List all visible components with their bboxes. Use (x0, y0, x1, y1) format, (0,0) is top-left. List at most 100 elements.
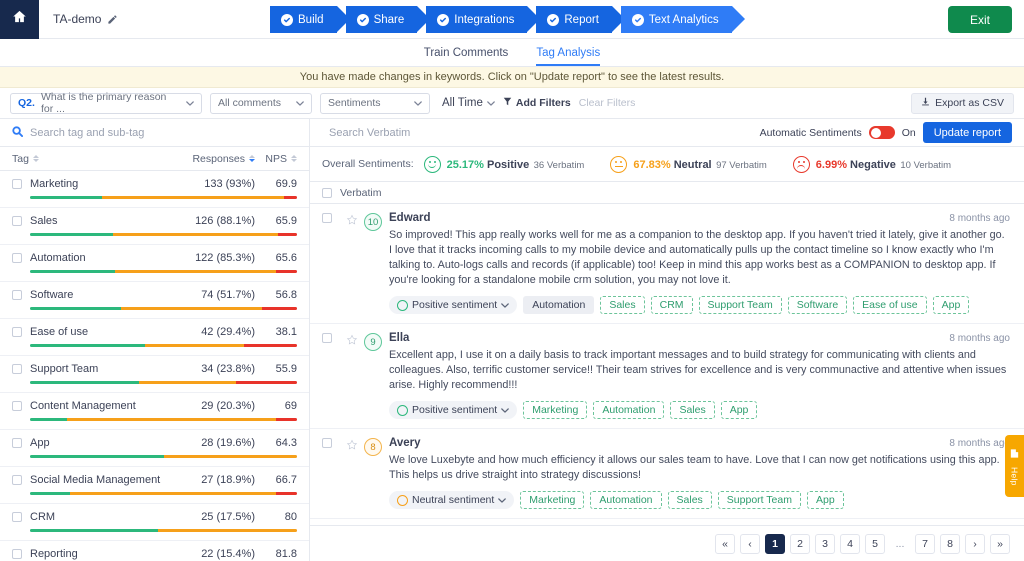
verbatim-item[interactable]: 10 Edward 8 months ago So improved! This ap… (310, 204, 1024, 324)
tag-chip-selected[interactable]: Automation (523, 296, 595, 314)
verbatim-item[interactable]: 8 Avery 8 months ago We love Luxebyte and h… (310, 429, 1024, 519)
column-responses[interactable]: Responses (173, 153, 255, 165)
verbatim-item[interactable]: 9 Ella 8 months ago Excellent app, I use it… (310, 324, 1024, 429)
pagination-last[interactable]: » (990, 533, 1010, 554)
tag-list[interactable]: Marketing 133 (93%) 69.9 Sales 126 (88.1%) 65… (0, 171, 309, 561)
tag-row[interactable]: Automation 122 (85.3%) 65.6 (0, 245, 309, 282)
time-range-select[interactable]: All Time (442, 97, 495, 109)
verbatim-checkbox[interactable] (322, 333, 332, 343)
step-report[interactable]: Report (536, 6, 625, 33)
step-build[interactable]: Build (270, 6, 350, 33)
tag-chip[interactable]: Sales (670, 401, 715, 419)
tag-chip[interactable]: Support Team (698, 296, 782, 314)
step-text-analytics[interactable]: Text Analytics (620, 6, 745, 33)
star-icon[interactable] (346, 438, 358, 456)
tag-row[interactable]: CRM 25 (17.5%) 80 (0, 504, 309, 541)
sentiment-bar (30, 492, 297, 495)
pagination-page-1[interactable]: 1 (765, 533, 785, 554)
sentiment-chip[interactable]: Positive sentiment (389, 401, 518, 419)
sentiment-negative: 6.99% Negative 10 Verbatim (792, 155, 952, 173)
tag-checkbox[interactable] (12, 401, 22, 411)
tag-chip[interactable]: Marketing (520, 491, 585, 509)
check-icon (281, 13, 293, 26)
negative-verbatim-count: 10 Verbatim (900, 160, 952, 171)
update-report-button[interactable]: Update report (922, 122, 1012, 143)
tag-row[interactable]: Software 74 (51.7%) 56.8 (0, 282, 309, 319)
home-button[interactable] (0, 0, 39, 39)
tag-checkbox[interactable] (12, 179, 22, 189)
verbatim-checkbox[interactable] (322, 213, 332, 223)
tag-chip[interactable]: Sales (667, 491, 712, 509)
question-select[interactable]: Q2. What is the primary reason for ... (10, 91, 202, 115)
help-tab[interactable]: Help (1005, 435, 1024, 497)
pencil-icon[interactable] (107, 14, 118, 25)
star-icon[interactable] (346, 333, 358, 351)
tag-chip[interactable]: CRM (650, 296, 693, 314)
tag-row[interactable]: Sales 126 (88.1%) 65.9 (0, 208, 309, 245)
tag-chip[interactable]: Ease of use (853, 296, 927, 314)
sentiment-chip[interactable]: Positive sentiment (389, 296, 518, 314)
tag-row[interactable]: Content Management 29 (20.3%) 69 (0, 393, 309, 430)
pagination-page-4[interactable]: 4 (840, 533, 860, 554)
tag-responses: 22 (15.4%) (201, 548, 255, 560)
tag-row[interactable]: Reporting 22 (15.4%) 81.8 (0, 541, 309, 561)
step-integrations[interactable]: Integrations (426, 6, 541, 33)
tag-checkbox[interactable] (12, 216, 22, 226)
pagination-page-5[interactable]: 5 (865, 533, 885, 554)
search-icon (12, 124, 23, 142)
exit-button[interactable]: Exit (947, 6, 1012, 33)
pagination-next[interactable]: › (965, 533, 985, 554)
tag-chip[interactable]: Automation (593, 401, 665, 419)
step-share[interactable]: Share (345, 6, 430, 33)
tag-nps: 81.8 (275, 548, 297, 560)
verbatim-select-all-checkbox[interactable] (322, 187, 332, 198)
tag-checkbox[interactable] (12, 290, 22, 300)
add-filters-button[interactable]: Add Filters (503, 97, 571, 109)
tag-checkbox[interactable] (12, 512, 22, 522)
tag-checkbox[interactable] (12, 549, 22, 559)
star-icon[interactable] (346, 213, 358, 231)
tag-chip[interactable]: App (806, 491, 844, 509)
tag-chip[interactable]: App (720, 401, 758, 419)
tag-checkbox[interactable] (12, 438, 22, 448)
tag-checkbox[interactable] (12, 475, 22, 485)
pagination-page-2[interactable]: 2 (790, 533, 810, 554)
tag-row[interactable]: App 28 (19.6%) 64.3 (0, 430, 309, 467)
tag-search-input[interactable] (30, 126, 297, 139)
sentiment-chip[interactable]: Neutral sentiment (389, 491, 515, 509)
export-csv-button[interactable]: Export as CSV (911, 92, 1014, 114)
tag-checkbox[interactable] (12, 253, 22, 263)
comments-select[interactable]: All comments (210, 92, 312, 114)
tag-chip[interactable]: Sales (600, 296, 645, 314)
help-icon (1009, 446, 1020, 464)
tag-row[interactable]: Marketing 133 (93%) 69.9 (0, 171, 309, 208)
tag-responses: 25 (17.5%) (201, 511, 255, 523)
automatic-sentiments-toggle[interactable] (868, 126, 895, 139)
verbatim-checkbox[interactable] (322, 438, 332, 448)
clear-filters-button[interactable]: Clear Filters (579, 97, 636, 109)
pagination-page-7[interactable]: 7 (915, 533, 935, 554)
tag-checkbox[interactable] (12, 364, 22, 374)
tag-checkbox[interactable] (12, 327, 22, 337)
tag-chip[interactable]: Software (787, 296, 848, 314)
column-tag[interactable]: Tag (12, 153, 173, 165)
pagination-page-8[interactable]: 8 (940, 533, 960, 554)
pagination-page-3[interactable]: 3 (815, 533, 835, 554)
verbatim-feed[interactable]: 10 Edward 8 months ago So improved! This ap… (310, 204, 1024, 525)
sentiments-select[interactable]: Sentiments (320, 92, 430, 114)
tag-row[interactable]: Ease of use 42 (29.4%) 38.1 (0, 319, 309, 356)
tag-chip[interactable]: Marketing (523, 401, 588, 419)
tag-chip[interactable]: Support Team (717, 491, 801, 509)
tag-label: Social Media Management (30, 474, 161, 486)
tag-row[interactable]: Support Team 34 (23.8%) 55.9 (0, 356, 309, 393)
tab-train-comments[interactable]: Train Comments (424, 47, 509, 66)
pagination-prev[interactable]: ‹ (740, 533, 760, 554)
column-nps[interactable]: NPS (255, 153, 297, 165)
tab-tag-analysis[interactable]: Tag Analysis (536, 47, 601, 66)
tag-row[interactable]: Social Media Management 27 (18.9%) 66.7 (0, 467, 309, 504)
verbatim-search-input[interactable] (329, 126, 753, 139)
tag-chip[interactable]: Automation (590, 491, 662, 509)
pagination-first[interactable]: « (715, 533, 735, 554)
home-icon (12, 9, 27, 29)
tag-chip[interactable]: App (932, 296, 970, 314)
